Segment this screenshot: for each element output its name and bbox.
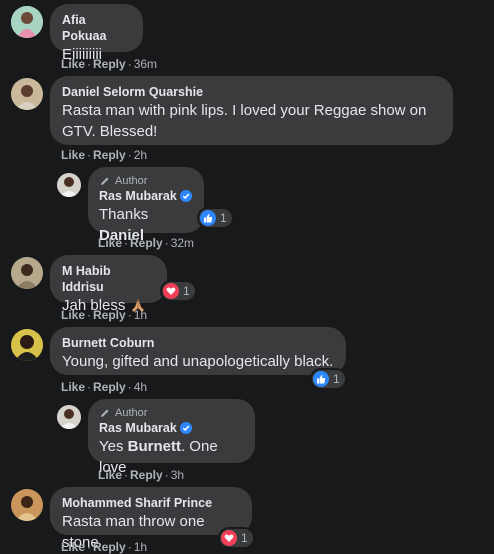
user-avatar-icon xyxy=(11,329,43,361)
user-avatar-icon xyxy=(57,405,81,429)
comment-bubble: Burnett Coburn Young, gifted and unapolo… xyxy=(50,327,346,375)
comment-bubble: Mohammed Sharif Prince Rasta man throw o… xyxy=(50,487,252,551)
reply-link[interactable]: Reply xyxy=(130,236,163,250)
like-icon xyxy=(200,210,216,226)
reaction-number: 1 xyxy=(241,531,248,545)
pencil-icon xyxy=(101,409,109,417)
avatar[interactable] xyxy=(57,173,81,197)
comment-actions: Like · Reply · 36m xyxy=(61,57,158,71)
like-link[interactable]: Like xyxy=(61,148,85,162)
user-avatar-icon xyxy=(11,257,43,289)
comment-bubble: Afia Pokuaa Eiiiiiiiii xyxy=(50,4,143,63)
comment-text-line: GTV. Blessed! xyxy=(62,123,158,140)
like-link[interactable]: Like xyxy=(61,308,85,322)
comment-text: Young, gifted and unapologetically black… xyxy=(62,353,334,370)
pencil-icon xyxy=(101,177,109,185)
reply-bubble: Author Ras Mubarak Thanks Daniel xyxy=(88,167,204,244)
like-link[interactable]: Like xyxy=(61,540,85,554)
reply-link[interactable]: Reply xyxy=(130,468,163,482)
comment-time[interactable]: 1h xyxy=(134,540,147,554)
user-avatar-icon xyxy=(11,489,43,521)
like-link[interactable]: Like xyxy=(98,236,122,250)
comment-text-line: Rasta man with pink lips. I loved your R… xyxy=(62,102,427,119)
reaction-number: 1 xyxy=(220,211,227,225)
avatar[interactable] xyxy=(11,489,43,521)
comment-time[interactable]: 36m xyxy=(134,57,157,71)
avatar[interactable] xyxy=(57,405,81,429)
reaction-count[interactable]: 1 xyxy=(312,370,345,388)
reply-link[interactable]: Reply xyxy=(93,57,126,71)
author-tag-label: Author xyxy=(115,407,148,419)
comment-time[interactable]: 3h xyxy=(171,468,184,482)
comment-author-name[interactable]: Burnett Coburn xyxy=(62,335,334,351)
reaction-number: 1 xyxy=(183,284,190,298)
avatar[interactable] xyxy=(11,6,43,38)
comment-time[interactable]: 1h xyxy=(134,308,147,322)
verified-badge-icon xyxy=(179,422,192,434)
comment-time[interactable]: 2h xyxy=(134,148,147,162)
comment-actions: Like · Reply · 1h xyxy=(61,540,148,554)
like-link[interactable]: Like xyxy=(61,380,85,394)
comment-author-name[interactable]: M Habib Iddrisu xyxy=(62,263,155,295)
avatar[interactable] xyxy=(11,329,43,361)
reply-bubble: Author Ras Mubarak Yes Burnett. One love xyxy=(88,399,255,476)
reaction-count[interactable]: 1 xyxy=(162,282,195,300)
reply-link[interactable]: Reply xyxy=(93,308,126,322)
user-avatar-icon xyxy=(11,78,43,110)
verified-badge-icon xyxy=(179,190,192,202)
reply-link[interactable]: Reply xyxy=(93,380,126,394)
comment-author-name[interactable]: Daniel Selorm Quarshie xyxy=(62,84,441,100)
comment-bubble: Daniel Selorm Quarshie Rasta man with pi… xyxy=(50,76,453,145)
comment-author-name[interactable]: Ras Mubarak xyxy=(99,420,244,436)
like-icon xyxy=(313,371,329,387)
comment-author-name[interactable]: Afia Pokuaa xyxy=(62,12,131,44)
reply-link[interactable]: Reply xyxy=(93,540,126,554)
comment-bubble: M Habib Iddrisu Jah bless xyxy=(50,255,167,314)
comment-time[interactable]: 32m xyxy=(171,236,194,250)
comment-actions: Like · Reply · 1h xyxy=(61,308,148,322)
comment-author-name[interactable]: Mohammed Sharif Prince xyxy=(62,495,240,511)
comment-actions: Like · Reply · 4h xyxy=(61,380,148,394)
author-badge: Author xyxy=(99,406,244,420)
reaction-count[interactable]: 1 xyxy=(199,209,232,227)
comment-actions: Like · Reply · 32m xyxy=(98,236,195,250)
like-link[interactable]: Like xyxy=(61,57,85,71)
author-badge: Author xyxy=(99,174,193,188)
comment-actions: Like · Reply · 3h xyxy=(98,468,185,482)
user-avatar-icon xyxy=(11,6,43,38)
reaction-number: 1 xyxy=(333,372,340,386)
reaction-count[interactable]: 1 xyxy=(220,529,253,547)
user-avatar-icon xyxy=(57,173,81,197)
comment-actions: Like · Reply · 2h xyxy=(61,148,148,162)
comment-author-name[interactable]: Ras Mubarak xyxy=(99,188,193,204)
avatar[interactable] xyxy=(11,257,43,289)
reply-link[interactable]: Reply xyxy=(93,148,126,162)
like-link[interactable]: Like xyxy=(98,468,122,482)
author-tag-label: Author xyxy=(115,175,148,187)
avatar[interactable] xyxy=(11,78,43,110)
comment-time[interactable]: 4h xyxy=(134,380,147,394)
love-icon xyxy=(163,283,179,299)
